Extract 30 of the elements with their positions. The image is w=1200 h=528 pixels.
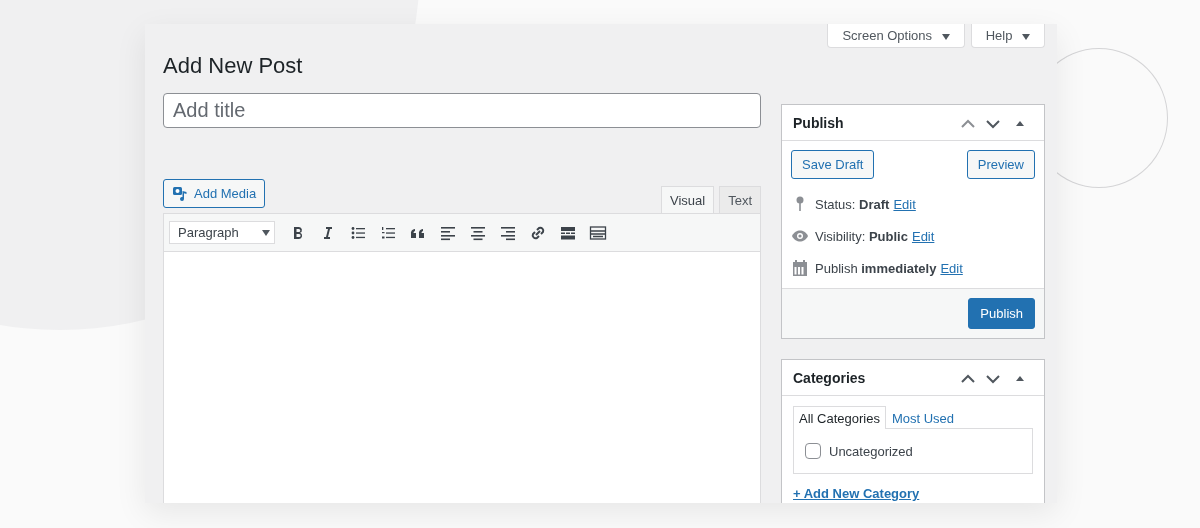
edit-link[interactable]: Edit [911,228,935,244]
publish-setting-text: Publish immediately [815,260,937,276]
publish-button[interactable]: Publish [968,298,1035,329]
edit-link[interactable]: Edit [893,196,916,212]
title-input-field[interactable]: Add title [163,93,761,129]
checkbox[interactable] [805,443,821,459]
category-tab[interactable]: All Categories [793,406,886,429]
publish-setting-text: Visibility: Public [815,228,908,244]
category-tab[interactable]: Most Used [885,406,961,429]
dropdown-tab-button[interactable]: Screen Options [827,24,965,48]
caret-icon [1022,34,1030,40]
edit-link[interactable]: Edit [940,260,963,276]
format-select[interactable]: Paragraph [169,221,275,245]
preview-button[interactable]: Preview [966,150,1035,179]
kitchen-icon[interactable] [589,223,607,242]
calendar-icon [791,259,809,277]
category-label: Uncategorized [829,443,913,459]
dropdown-tab-button[interactable]: Help [970,24,1045,48]
save-draft-button[interactable]: Save Draft [791,150,875,179]
add-media-button[interactable]: Add Media [163,179,266,209]
caret-icon [262,229,270,236]
media-icon [172,185,189,203]
panel-title: Publish [793,114,844,131]
publish-setting-text: Status: Draft [815,196,890,212]
editor-tab[interactable]: Text [719,186,761,214]
panel-title: Categories [793,369,866,386]
add-new-category-link[interactable]: + Add New Category [793,486,920,501]
page-title: Add New Post [163,53,304,80]
caret-icon [941,34,950,40]
editor-tab[interactable]: Visual [660,186,715,214]
